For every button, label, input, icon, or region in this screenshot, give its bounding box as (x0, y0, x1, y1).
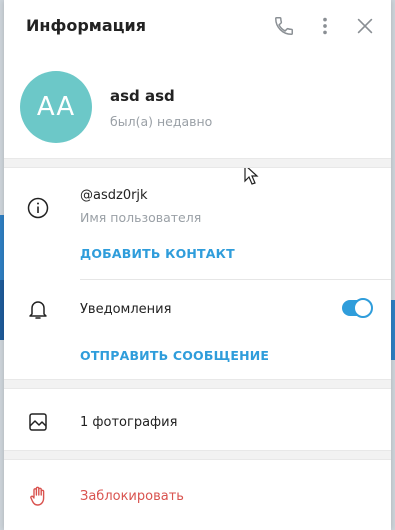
more-options-button[interactable] (314, 15, 336, 37)
section-separator (4, 158, 391, 168)
divider (80, 279, 391, 280)
profile-status: был(а) недавно (110, 114, 213, 129)
send-message-button[interactable]: ОТПРАВИТЬ СООБЩЕНИЕ (80, 348, 269, 363)
section-separator (4, 379, 391, 389)
toggle-knob (353, 298, 373, 318)
section-separator (4, 450, 391, 460)
call-button[interactable] (273, 15, 295, 37)
dialog-title: Информация (26, 16, 146, 35)
phone-icon (273, 15, 295, 37)
profile-name: asd asd (110, 87, 175, 105)
dialog-header: Информация (4, 0, 391, 52)
photos-count[interactable]: 1 фотография (80, 415, 177, 430)
username-label: Имя пользователя (80, 210, 202, 225)
username-value[interactable]: @asdz0rjk (80, 188, 148, 203)
block-user-button[interactable]: Заблокировать (80, 489, 184, 504)
avatar[interactable]: AA (20, 71, 92, 143)
notifications-toggle[interactable] (342, 298, 373, 318)
hand-block-icon (26, 484, 50, 508)
close-icon (354, 15, 376, 37)
info-icon (26, 196, 50, 220)
photo-icon (26, 410, 50, 434)
notifications-label: Уведомления (80, 302, 172, 317)
background-accent-strip (391, 300, 395, 360)
user-info-dialog: Информация AA asd asd был(а) недавно @as… (4, 0, 391, 530)
profile-header: AA asd asd был(а) недавно (4, 52, 391, 185)
bell-icon (26, 297, 50, 321)
more-vertical-icon (314, 15, 336, 37)
add-contact-button[interactable]: ДОБАВИТЬ КОНТАКТ (80, 246, 235, 261)
background-window-right-edge (391, 0, 395, 530)
close-button[interactable] (354, 15, 376, 37)
